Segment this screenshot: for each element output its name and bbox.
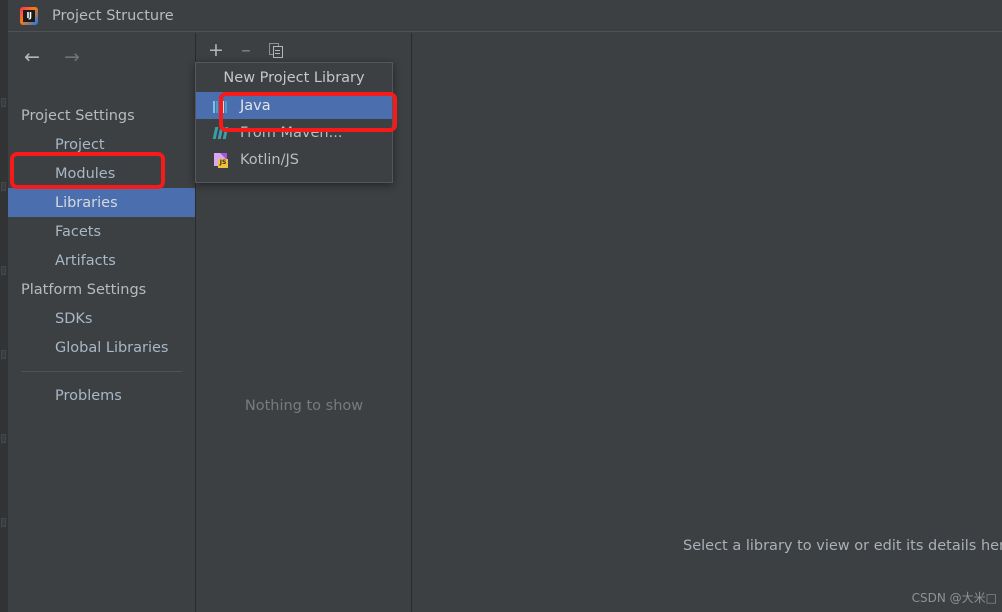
sidebar-item-artifacts[interactable]: Artifacts <box>8 246 194 275</box>
copy-glyph <box>268 42 284 58</box>
nav-label: Modules <box>55 165 116 182</box>
menu-item-kotlin-js[interactable]: JS Kotlin/JS <box>196 146 392 173</box>
csdn-watermark: CSDN @大米□ <box>911 591 997 605</box>
nav-label: Libraries <box>55 194 118 211</box>
title-bar: IJ Project Structure <box>8 0 1002 32</box>
nav-label: Platform Settings <box>21 281 147 298</box>
window-title: Project Structure <box>52 7 174 24</box>
copy-icon[interactable] <box>261 37 291 63</box>
arrow-left-icon[interactable]: ← <box>15 44 49 70</box>
nav-label: SDKs <box>55 310 93 327</box>
background-window-edge <box>0 0 8 612</box>
menu-header: New Project Library <box>223 69 365 86</box>
nav-label: Global Libraries <box>55 339 169 356</box>
nav-group-project-settings[interactable]: Project Settings <box>8 101 194 130</box>
sidebar-item-modules[interactable]: Modules <box>8 159 194 188</box>
settings-tree: Project Settings Project Modules Librari… <box>8 101 241 410</box>
nav-group-platform-settings[interactable]: Platform Settings <box>8 275 194 304</box>
settings-nav-panel: ← → Project Settings Project Modules Lib… <box>8 33 241 612</box>
kotlin-js-icon: JS <box>213 152 229 168</box>
nav-history-controls: ← → <box>8 41 194 73</box>
sidebar-item-facets[interactable]: Facets <box>8 217 194 246</box>
minus-icon[interactable]: – <box>231 37 261 63</box>
empty-list-message: Nothing to show <box>244 398 364 414</box>
nav-label: Facets <box>55 223 102 240</box>
plus-icon[interactable]: + <box>201 37 231 63</box>
menu-item-from-maven[interactable]: From Maven... <box>196 119 392 146</box>
arrow-right-icon[interactable]: → <box>55 44 89 70</box>
sidebar-item-problems[interactable]: Problems <box>8 381 194 410</box>
menu-item-label: From Maven... <box>240 124 343 141</box>
new-project-library-menu: New Project Library Java From Maven... J… <box>195 62 393 183</box>
nav-label: Project <box>55 136 105 153</box>
intellij-idea-icon: IJ <box>20 6 38 25</box>
project-structure-dialog: IJ Project Structure ← → Project Setting… <box>0 0 1002 612</box>
sidebar-item-global-libraries[interactable]: Global Libraries <box>8 333 194 362</box>
nav-label: Problems <box>55 387 122 404</box>
sidebar-item-sdks[interactable]: SDKs <box>8 304 194 333</box>
nav-label: Artifacts <box>55 252 116 269</box>
menu-item-java[interactable]: Java <box>196 92 392 119</box>
nav-label: Project Settings <box>21 107 135 124</box>
library-detail-panel: Select a library to view or edit its det… <box>413 33 1002 612</box>
java-icon <box>213 99 229 113</box>
menu-item-label: Java <box>240 97 271 114</box>
maven-icon <box>212 126 229 140</box>
menu-item-label: Kotlin/JS <box>240 151 299 168</box>
libraries-toolbar: + – <box>196 35 411 65</box>
detail-placeholder-text: Select a library to view or edit its det… <box>683 538 1002 554</box>
nav-separator <box>21 371 182 372</box>
sidebar-item-project[interactable]: Project <box>8 130 194 159</box>
